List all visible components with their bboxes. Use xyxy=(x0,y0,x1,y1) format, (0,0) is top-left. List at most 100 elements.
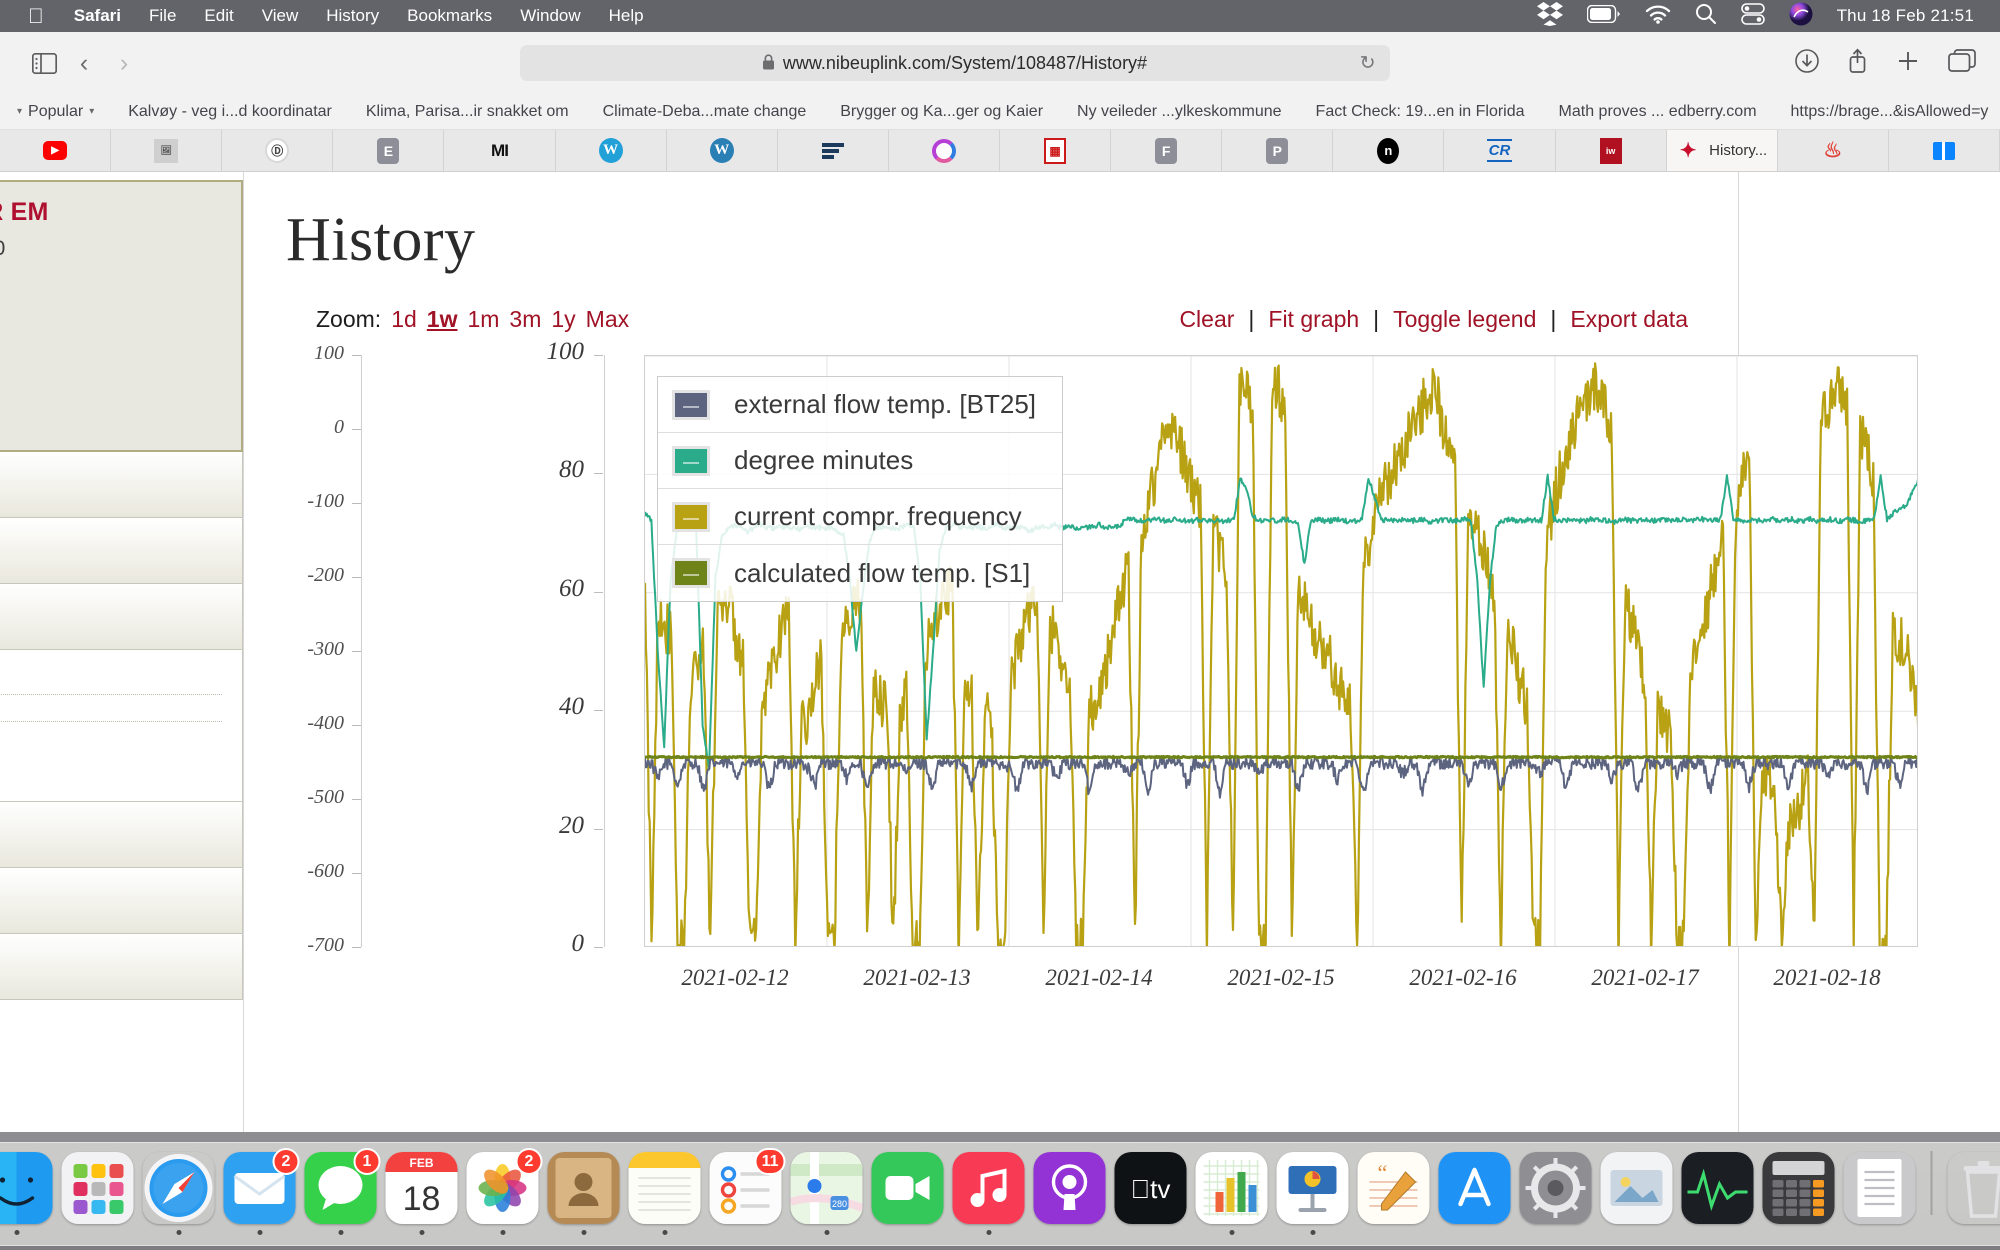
download-icon[interactable] xyxy=(1795,48,1819,78)
legend-item-calculated-flow-temp[interactable]: calculated flow temp. [S1] xyxy=(658,545,1062,601)
dropbox-icon[interactable] xyxy=(1536,1,1563,31)
dock-item-activitymonitor[interactable] xyxy=(1680,1152,1756,1235)
tab-iw[interactable]: iw xyxy=(1555,130,1667,171)
tab-black-n[interactable]: n xyxy=(1333,130,1445,171)
bookmark-item[interactable]: Klima, Parisa...ir snakket om xyxy=(349,103,586,121)
sidebar-nav-item[interactable] xyxy=(0,452,243,518)
zoom-option-3m[interactable]: 3m xyxy=(509,306,541,332)
dock-item-calculator[interactable] xyxy=(1761,1152,1837,1235)
tab-youtube[interactable]: ▶ xyxy=(0,130,112,171)
dock-item-messages[interactable]: 1 xyxy=(303,1148,381,1235)
zoom-option-1w[interactable]: 1w xyxy=(427,306,458,332)
menu-item-file[interactable]: File xyxy=(135,6,190,26)
zoom-option-1m[interactable]: 1m xyxy=(467,306,499,332)
sidebar-toggle-icon[interactable] xyxy=(24,46,64,80)
new-tab-icon[interactable] xyxy=(1896,49,1920,78)
bookmark-item[interactable]: Fact Check: 19...en in Florida xyxy=(1299,103,1542,121)
back-chevron-icon[interactable]: ‹ xyxy=(64,46,104,80)
menu-item-bookmarks[interactable]: Bookmarks xyxy=(393,6,506,26)
dock-item-numbers[interactable] xyxy=(1194,1152,1270,1235)
dock-item-keynote[interactable] xyxy=(1275,1152,1351,1235)
bookmark-item[interactable]: Math proves ... edberry.com xyxy=(1542,103,1774,121)
reload-icon[interactable]: ↻ xyxy=(1360,52,1376,75)
dock-item-podcasts[interactable] xyxy=(1032,1152,1108,1235)
tab-letter-p[interactable]: P xyxy=(1222,130,1334,171)
tab-medium[interactable]: MI xyxy=(444,130,556,171)
tab-circle-t[interactable]: Ⓓ xyxy=(222,130,334,171)
export-data-link[interactable]: Export data xyxy=(1570,306,1688,333)
chart-plot-area[interactable]: external flow temp. [BT25] degree minute… xyxy=(644,355,1918,947)
dock-item-reminders[interactable]: 11 xyxy=(708,1148,786,1235)
dock-item-music[interactable] xyxy=(951,1152,1027,1235)
menu-bar-clock[interactable]: Thu 18 Feb 21:51 xyxy=(1837,6,1974,26)
legend-item-degree-minutes[interactable]: degree minutes xyxy=(658,433,1063,489)
history-chart[interactable]: 100 0 -100 -200 -300 -400 -500 -600 -700 100 80 60… xyxy=(244,338,1918,990)
tab-wordpress-1[interactable]: W xyxy=(555,130,667,171)
tab-flame[interactable]: ♨ xyxy=(1777,130,1889,171)
bookmark-popular[interactable]: ▾ Popular ▾ xyxy=(0,103,111,121)
dock-item-appstore[interactable] xyxy=(1437,1152,1513,1235)
menu-item-view[interactable]: View xyxy=(248,6,313,26)
sidebar-nav-item[interactable] xyxy=(0,584,243,650)
clear-link[interactable]: Clear xyxy=(1179,306,1234,333)
dock-item-textfile[interactable] xyxy=(1842,1152,1918,1235)
address-bar[interactable]: www.nibeuplink.com/System/108487/History… xyxy=(519,45,1390,81)
fit-graph-link[interactable]: Fit graph xyxy=(1268,306,1359,333)
tab-photo[interactable]: 🖼 xyxy=(111,130,223,171)
tab-overview-icon[interactable] xyxy=(1948,48,1976,78)
siri-icon[interactable] xyxy=(1789,2,1813,31)
sidebar-nav-item[interactable] xyxy=(0,934,243,1000)
dock-item-photos[interactable]: 2 xyxy=(465,1148,543,1235)
sidebar-nav-item[interactable] xyxy=(0,868,243,934)
bookmark-item[interactable]: Brygger og Ka...ger og Kaier xyxy=(823,103,1060,121)
zoom-option-1d[interactable]: 1d xyxy=(391,306,417,332)
tab-redbook[interactable]: ▦ xyxy=(999,130,1112,171)
menu-item-safari[interactable]: Safari xyxy=(60,6,135,26)
tab-letter-e[interactable]: E xyxy=(333,130,445,171)
dock-item-contacts[interactable] xyxy=(546,1152,622,1235)
forward-chevron-icon[interactable]: › xyxy=(104,46,144,80)
control-center-icon[interactable] xyxy=(1740,2,1765,30)
zoom-option-1y[interactable]: 1y xyxy=(551,306,575,332)
tab-history[interactable]: ✦ History... xyxy=(1666,130,1778,171)
tab-letter-f[interactable]: F xyxy=(1111,130,1223,171)
bookmark-item[interactable]: Kalvøy - veg i...d koordinatar xyxy=(111,103,349,121)
wifi-icon[interactable] xyxy=(1645,4,1671,29)
share-icon[interactable] xyxy=(1847,48,1868,78)
dock-item-preview[interactable] xyxy=(1599,1152,1675,1235)
dock-item-finder[interactable] xyxy=(0,1152,55,1235)
bookmark-item[interactable]: Ny veileder ...ylkeskommune xyxy=(1060,103,1299,121)
zoom-option-max[interactable]: Max xyxy=(586,306,629,332)
menu-item-window[interactable]: Window xyxy=(506,6,594,26)
toggle-legend-link[interactable]: Toggle legend xyxy=(1393,306,1536,333)
legend-item-external-flow-temp[interactable]: external flow temp. [BT25] xyxy=(658,377,1063,433)
dock-item-notes[interactable] xyxy=(627,1152,703,1235)
search-icon[interactable] xyxy=(1695,3,1717,30)
dock-item-pages[interactable]: “ xyxy=(1356,1152,1432,1235)
dock-item-launchpad[interactable] xyxy=(60,1152,136,1235)
bookmark-item[interactable]: Climate-Deba...mate change xyxy=(586,103,824,121)
chart-legend[interactable]: external flow temp. [BT25] degree minute… xyxy=(657,376,1064,602)
menu-item-history[interactable]: History xyxy=(312,6,393,26)
sidebar-nav-item[interactable] xyxy=(0,518,243,584)
sidebar-nav-item[interactable] xyxy=(0,802,243,868)
dock-item-calendar[interactable]: FEB 18 xyxy=(384,1152,460,1235)
tab-book[interactable] xyxy=(1888,130,2000,171)
tab-wordpress-2[interactable]: W xyxy=(666,130,778,171)
dock-item-facetime[interactable] xyxy=(870,1152,946,1235)
tab-crescent[interactable] xyxy=(888,130,1000,171)
dock-item-trash[interactable] xyxy=(1946,1152,2000,1235)
menu-item-edit[interactable]: Edit xyxy=(190,6,247,26)
dock-item-safari[interactable] xyxy=(141,1152,217,1235)
tab-bars[interactable] xyxy=(777,130,889,171)
battery-icon[interactable] xyxy=(1586,4,1621,28)
apple-logo-icon[interactable]:  xyxy=(14,6,60,27)
dock-item-appletv[interactable]: tv xyxy=(1113,1152,1189,1235)
legend-item-compressor-frequency[interactable]: current compr. frequency xyxy=(658,489,1063,545)
dock-item-systempreferences[interactable] xyxy=(1518,1152,1594,1235)
menu-item-help[interactable]: Help xyxy=(595,6,658,26)
bookmark-item[interactable]: https://brage...&isAllowed=y xyxy=(1774,103,2000,121)
dock-item-mail[interactable]: 2 xyxy=(222,1148,300,1235)
tab-cr[interactable]: CR xyxy=(1444,130,1556,171)
dock-item-maps[interactable]: 280 xyxy=(789,1152,865,1235)
